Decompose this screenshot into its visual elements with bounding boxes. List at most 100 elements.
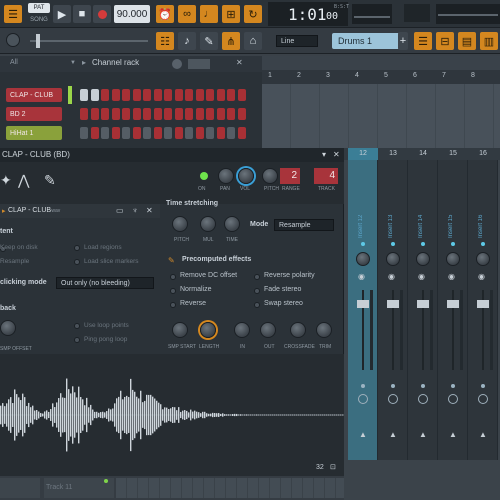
pan-knob[interactable]: [356, 252, 370, 266]
mixer-track-number[interactable]: 15: [438, 148, 468, 160]
step-button[interactable]: [174, 127, 183, 139]
step-button[interactable]: [143, 127, 151, 139]
step-button[interactable]: [164, 108, 172, 120]
playlist-grid[interactable]: [262, 84, 500, 148]
route-arrow-icon[interactable]: ▲: [359, 430, 367, 439]
countdown-icon[interactable]: ♩: [200, 5, 218, 23]
fx-normalize-radio[interactable]: [170, 288, 176, 294]
mixer-strip[interactable]: Insert 14 ◉ ▲: [408, 160, 438, 460]
metronome-icon[interactable]: ⏰: [156, 5, 174, 23]
step-button[interactable]: [195, 108, 204, 120]
track-lane[interactable]: [116, 478, 344, 498]
step-button[interactable]: [164, 89, 172, 101]
slice-tool-icon[interactable]: ⌂: [244, 32, 262, 50]
volume-fader-handle[interactable]: [447, 300, 459, 308]
route-arrow-icon[interactable]: ▲: [389, 430, 397, 439]
waveform-display[interactable]: 32 ⊡: [0, 354, 344, 476]
mixer-icon[interactable]: ☰: [414, 32, 432, 50]
sample-name[interactable]: CLAP - CLUB: [8, 207, 51, 214]
step-button[interactable]: [90, 108, 99, 120]
selected-channel-led[interactable]: [68, 86, 72, 104]
mixer-strip[interactable]: Insert 13 ◉ ▲: [378, 160, 408, 460]
step-button[interactable]: [90, 127, 99, 139]
step-button[interactable]: [80, 89, 88, 101]
step-button[interactable]: [227, 89, 235, 101]
step-button[interactable]: [206, 108, 214, 120]
fx-enable-led[interactable]: [391, 384, 395, 388]
step-button[interactable]: [216, 89, 225, 101]
step-button[interactable]: [111, 108, 120, 120]
step-button[interactable]: [206, 127, 214, 139]
step-button[interactable]: [90, 89, 99, 101]
stretch-time-knob[interactable]: [224, 216, 240, 232]
route-knob[interactable]: [448, 394, 458, 404]
step-button[interactable]: [227, 127, 235, 139]
settings-tab-icon[interactable]: ✎: [44, 172, 56, 189]
route-knob[interactable]: [358, 394, 368, 404]
pat-toggle[interactable]: PAT: [28, 3, 50, 13]
close-icon[interactable]: ✕: [333, 148, 340, 162]
stretch-mul-knob[interactable]: [200, 216, 216, 232]
mixer-track-number[interactable]: 14: [408, 148, 438, 160]
track-header[interactable]: [0, 478, 40, 498]
mixer-track-number[interactable]: 12: [348, 148, 378, 160]
out-knob[interactable]: [260, 322, 276, 338]
tempo-display[interactable]: 90.000: [114, 5, 150, 23]
fx-enable-led[interactable]: [481, 384, 485, 388]
song-toggle[interactable]: SONG: [28, 15, 50, 25]
filter-dropdown-icon[interactable]: ▼: [70, 60, 76, 66]
step-button[interactable]: [185, 89, 193, 101]
step-button[interactable]: [174, 89, 183, 101]
stereo-icon[interactable]: ◉: [478, 272, 485, 281]
volume-fader-handle[interactable]: [417, 300, 429, 308]
fx-reverse-polarity-radio[interactable]: [254, 274, 260, 280]
fx-enable-led[interactable]: [451, 384, 455, 388]
channel-on-led[interactable]: [200, 172, 208, 180]
step-button[interactable]: [143, 89, 151, 101]
fx-swap-stereo-radio[interactable]: [254, 302, 260, 308]
step-button[interactable]: [153, 108, 162, 120]
channel-hihat[interactable]: HiHat 1: [6, 126, 62, 140]
step-button[interactable]: [216, 127, 225, 139]
fx-enable-led[interactable]: [421, 384, 425, 388]
mixer-track-field[interactable]: 4: [314, 168, 338, 184]
pattern-add-icon[interactable]: +: [398, 32, 408, 50]
step-button[interactable]: [122, 89, 130, 101]
step-button[interactable]: [195, 127, 204, 139]
mixer-strip[interactable]: Insert 12 ◉ ▲: [348, 160, 378, 460]
step-button[interactable]: [111, 89, 120, 101]
step-button[interactable]: [227, 108, 235, 120]
channel-clap[interactable]: CLAP - CLUB: [6, 88, 62, 102]
in-knob[interactable]: [234, 322, 250, 338]
insert-led[interactable]: [421, 242, 425, 246]
smp-offset-knob[interactable]: [0, 320, 16, 336]
fx-remove-dc-radio[interactable]: [170, 274, 176, 280]
pan-knob[interactable]: [446, 252, 460, 266]
step-button[interactable]: [237, 108, 246, 120]
step-button[interactable]: [216, 108, 225, 120]
loop-record-icon[interactable]: ↻: [244, 5, 262, 23]
insert-led[interactable]: [451, 242, 455, 246]
menu-icon[interactable]: ☰: [4, 5, 22, 23]
pitch-knob[interactable]: [262, 168, 278, 184]
step-button[interactable]: [101, 127, 109, 139]
step-button[interactable]: [132, 108, 141, 120]
channel-filter[interactable]: All: [10, 59, 18, 66]
playlist-icon[interactable]: ☷: [156, 32, 174, 50]
play-icon[interactable]: ▶: [53, 5, 71, 23]
channel-bd2[interactable]: BD 2: [6, 107, 62, 121]
snap-select[interactable]: Line: [276, 35, 318, 47]
clear-sample-icon[interactable]: ✕: [146, 206, 153, 215]
browser-icon[interactable]: ▤: [458, 32, 476, 50]
plugin-picker-icon[interactable]: ▥: [480, 32, 498, 50]
step-button[interactable]: [132, 127, 141, 139]
step-button[interactable]: [153, 127, 162, 139]
mixer-strip[interactable]: Insert 16 ◉ ▲: [468, 160, 498, 460]
track-led[interactable]: [104, 479, 108, 483]
stop-icon[interactable]: ■: [73, 5, 91, 23]
step-button[interactable]: [111, 127, 120, 139]
insert-led[interactable]: [481, 242, 485, 246]
pin-icon[interactable]: ♆: [132, 206, 138, 215]
step-button[interactable]: [185, 108, 193, 120]
folder-icon[interactable]: ▭: [116, 206, 124, 215]
